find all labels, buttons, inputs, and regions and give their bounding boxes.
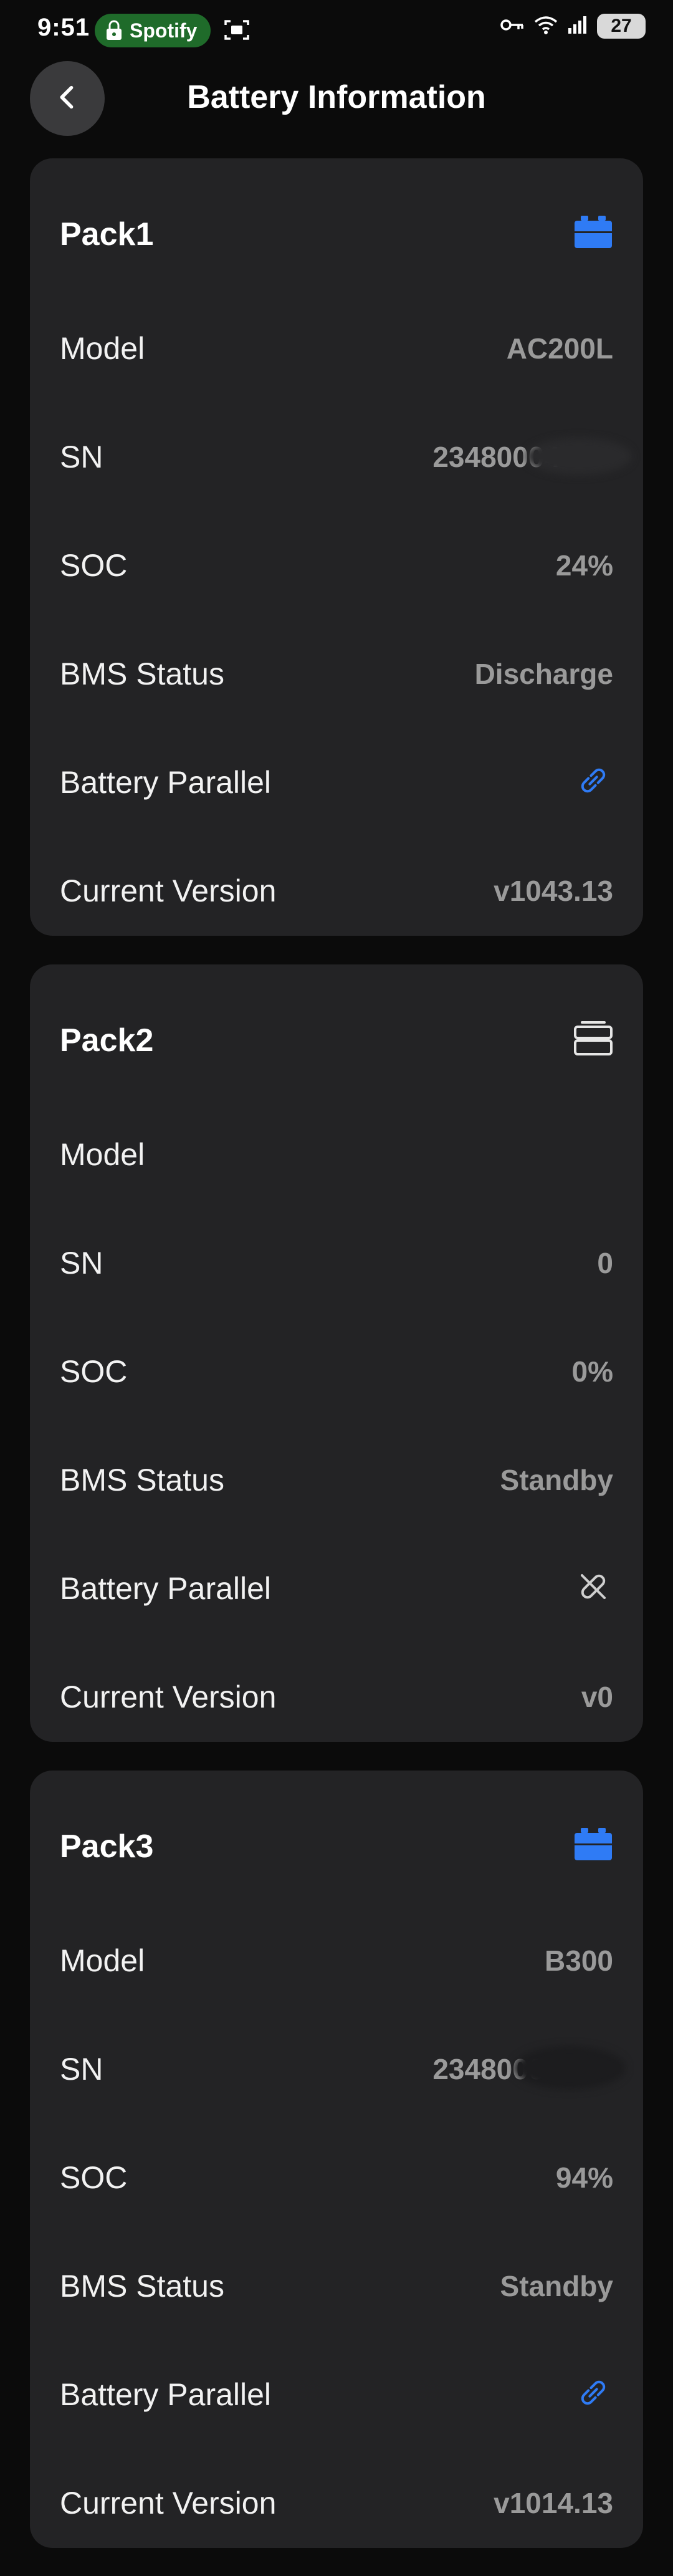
bms-status-label: BMS Status bbox=[60, 1463, 224, 1497]
battery-information-screen: 9:51 Spotify 27 Battery Information Pack… bbox=[0, 0, 673, 2576]
link-icon bbox=[573, 761, 613, 800]
redaction-smudge bbox=[526, 438, 632, 475]
model-label: Model bbox=[60, 1137, 145, 1172]
soc-label: SOC bbox=[60, 548, 128, 583]
status-time: 9:51 bbox=[37, 14, 90, 41]
soc-row: SOC 94% bbox=[60, 2150, 613, 2199]
soc-row: SOC 0% bbox=[60, 1343, 613, 1393]
vpn-key-icon bbox=[500, 17, 525, 36]
bms-status-value: Standby bbox=[500, 2270, 613, 2302]
wifi-icon bbox=[533, 15, 558, 38]
pack-card: Pack3 Model B300 SN 23480004 SOC 94% BMS… bbox=[30, 1771, 643, 2548]
battery-parallel-row: Battery Parallel bbox=[60, 2367, 613, 2416]
current-version-value: v1014.13 bbox=[494, 2487, 613, 2519]
current-version-row: Current Version v0 bbox=[60, 1669, 613, 1719]
spotify-status-pill[interactable]: Spotify bbox=[95, 14, 211, 47]
status-icons: 27 bbox=[500, 14, 646, 39]
current-version-label: Current Version bbox=[60, 873, 277, 908]
screen-record-icon bbox=[223, 17, 251, 42]
pack-title: Pack2 bbox=[60, 1022, 154, 1059]
current-version-label: Current Version bbox=[60, 1680, 277, 1714]
soc-value: 94% bbox=[555, 2161, 613, 2194]
model-value: AC200L bbox=[506, 332, 613, 365]
model-row: Model AC200L bbox=[60, 320, 613, 370]
battery-filled-icon bbox=[573, 1824, 613, 1864]
pack-card: Pack1 Model AC200L SN 23480004 SOC 24% B… bbox=[30, 158, 643, 936]
bms-status-row: BMS Status Standby bbox=[60, 2258, 613, 2308]
current-version-row: Current Version v1043.13 bbox=[60, 863, 613, 913]
battery-parallel-label: Battery Parallel bbox=[60, 2377, 272, 2412]
header: Battery Information bbox=[0, 61, 673, 138]
pack-header: Pack3 bbox=[60, 1822, 613, 1872]
signal-icon bbox=[567, 16, 588, 37]
bms-status-row: BMS Status Standby bbox=[60, 1452, 613, 1502]
battery-parallel-row: Battery Parallel bbox=[60, 1560, 613, 1610]
model-value: B300 bbox=[545, 1944, 613, 1977]
sn-value: 0 bbox=[597, 1247, 613, 1279]
soc-label: SOC bbox=[60, 1354, 128, 1389]
soc-row: SOC 24% bbox=[60, 537, 613, 587]
bms-status-label: BMS Status bbox=[60, 656, 224, 691]
model-label: Model bbox=[60, 331, 145, 366]
current-version-row: Current Version v1014.13 bbox=[60, 2475, 613, 2525]
model-row: Model B300 bbox=[60, 1933, 613, 1982]
bms-status-row: BMS Status Discharge bbox=[60, 646, 613, 696]
pack-header: Pack2 bbox=[60, 1016, 613, 1065]
spotify-label: Spotify bbox=[130, 19, 198, 42]
model-row: Model bbox=[60, 1127, 613, 1176]
sn-label: SN bbox=[60, 2052, 103, 2087]
model-label: Model bbox=[60, 1943, 145, 1978]
battery-parallel-row: Battery Parallel bbox=[60, 754, 613, 804]
battery-outline-icon bbox=[573, 1018, 613, 1058]
sn-row: SN 23480004 bbox=[60, 429, 632, 479]
sn-row: SN 23480004 bbox=[60, 2041, 626, 2091]
page-title: Battery Information bbox=[187, 79, 486, 115]
unlink-icon bbox=[573, 1567, 613, 1607]
pack-header: Pack1 bbox=[60, 209, 613, 259]
soc-value: 0% bbox=[571, 1355, 613, 1388]
soc-label: SOC bbox=[60, 2160, 128, 2195]
sn-row: SN 0 bbox=[60, 1235, 613, 1285]
status-bar: 9:51 Spotify 27 bbox=[0, 0, 673, 60]
current-version-label: Current Version bbox=[60, 2486, 277, 2521]
battery-parallel-label: Battery Parallel bbox=[60, 765, 272, 800]
battery-level: 27 bbox=[597, 14, 646, 39]
bms-status-value: Standby bbox=[500, 1464, 613, 1496]
current-version-value: v0 bbox=[581, 1681, 613, 1713]
sn-label: SN bbox=[60, 1246, 103, 1281]
pack-title: Pack1 bbox=[60, 216, 154, 252]
battery-parallel-label: Battery Parallel bbox=[60, 1571, 272, 1606]
current-version-value: v1043.13 bbox=[494, 875, 613, 907]
soc-value: 24% bbox=[555, 549, 613, 582]
link-icon bbox=[573, 2373, 613, 2413]
bms-status-value: Discharge bbox=[474, 658, 613, 690]
battery-filled-icon bbox=[573, 212, 613, 252]
sn-label: SN bbox=[60, 440, 103, 474]
lock-icon bbox=[105, 20, 123, 41]
bms-status-label: BMS Status bbox=[60, 2269, 224, 2304]
redaction-smudge bbox=[513, 2046, 626, 2090]
pack-card: Pack2 Model SN 0 SOC 0% BMS Status Stand… bbox=[30, 964, 643, 1742]
pack-title: Pack3 bbox=[60, 1829, 154, 1865]
